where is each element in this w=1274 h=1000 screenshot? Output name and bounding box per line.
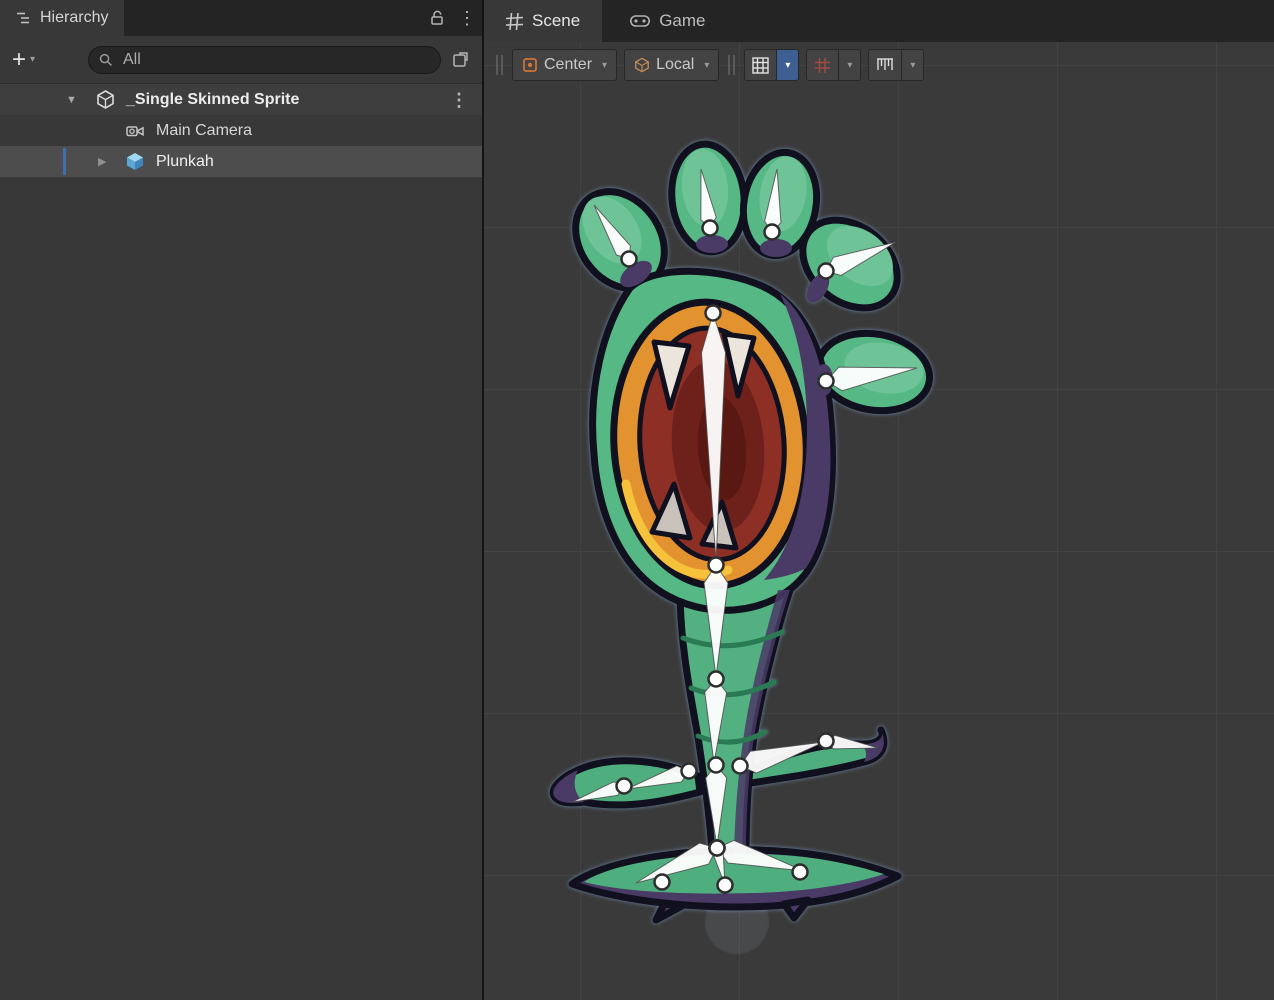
bone-joint[interactable] [709,758,724,773]
scene-toolbar: Center ▾ Local ▾ [494,48,924,82]
ruler-icon [876,57,894,73]
selection-accent-bar [63,148,66,175]
plus-icon: + [12,48,26,72]
bone[interactable] [705,679,727,763]
snap-increment-group: ▾ [868,49,924,81]
pivot-center-icon [522,57,538,73]
chevron-down-icon: ▾ [30,54,35,65]
bone[interactable] [826,367,917,391]
camera-icon [126,123,145,139]
bone-joint[interactable] [617,779,632,794]
bone-joint[interactable] [710,841,725,856]
bone[interactable] [701,313,725,561]
scene-tab-strip: Scene Game [484,0,1274,42]
chevron-down-icon: ▾ [847,60,852,71]
unity-editor: Hierarchy ⋮ + ▾ [0,0,1274,1000]
bone-joint[interactable] [819,264,834,279]
chevron-down-icon: ▾ [602,60,607,71]
bone-joint[interactable] [718,878,733,893]
bone-joint[interactable] [703,221,718,236]
search-icon [99,53,113,67]
scene-root-row[interactable]: ▼ _Single Skinned Sprite ⋮ [0,84,482,115]
bone-joint[interactable] [793,865,808,880]
scene-tab-label: Scene [532,11,580,31]
bone[interactable] [704,565,728,677]
tab-hierarchy[interactable]: Hierarchy [0,0,124,36]
bone-joint[interactable] [819,374,834,389]
lock-icon[interactable] [422,0,452,36]
hierarchy-panel: Hierarchy ⋮ + ▾ [0,0,482,1000]
tab-game[interactable]: Game [608,0,727,42]
tab-strip-spacer [124,0,422,36]
handle-position-label: Center [544,56,592,74]
hierarchy-menu-kebab-icon[interactable]: ⋮ [452,0,482,36]
hierarchy-tree: ▼ _Single Skinned Sprite ⋮ [0,84,482,1000]
bone-joint[interactable] [622,252,637,267]
gamepad-icon [630,14,650,28]
chevron-down-icon: ▾ [704,60,709,71]
bone[interactable] [636,843,717,883]
bone-joint[interactable] [706,306,721,321]
skeleton-bones-overlay[interactable] [484,42,1274,1000]
bone[interactable] [765,169,781,232]
main-camera-row[interactable]: Main Camera [0,115,482,146]
foldout-collapsed-icon[interactable]: ▶ [98,155,106,168]
snap-increment-button[interactable] [868,49,902,81]
bone-joint[interactable] [682,764,697,779]
bone[interactable] [740,742,824,773]
toolbar-drag-handle[interactable] [726,55,737,75]
tool-handle-position-button[interactable]: Center ▾ [512,49,617,81]
hierarchy-tab-strip: Hierarchy ⋮ [0,0,482,36]
bone[interactable] [706,765,727,846]
bone[interactable] [594,205,630,259]
bone-joint[interactable] [709,672,724,687]
bone-joint[interactable] [655,875,670,890]
chevron-down-icon: ▾ [910,60,915,71]
grid-snapping-button[interactable] [806,49,839,81]
bone[interactable] [627,766,689,789]
bone[interactable] [717,840,804,871]
unity-scene-icon [96,90,115,109]
main-camera-label: Main Camera [156,122,252,140]
snap-grid-icon [814,57,831,74]
tool-handle-rotation-button[interactable]: Local ▾ [624,49,719,81]
search-input[interactable] [121,50,430,70]
game-tab-label: Game [659,11,705,31]
hierarchy-search-field[interactable] [88,46,441,74]
foldout-expanded-icon[interactable]: ▼ [66,94,77,106]
plunkah-label: Plunkah [156,153,214,171]
bone-joint[interactable] [765,225,780,240]
scene-row-kebab-icon[interactable]: ⋮ [450,91,468,109]
tab-scene[interactable]: Scene [484,0,602,42]
bone[interactable] [701,169,716,228]
hierarchy-toolbar: + ▾ [0,36,482,84]
grid-visibility-group: ▾ [744,49,799,81]
grid-settings-dropdown[interactable]: ▾ [777,49,799,81]
create-object-button[interactable]: + ▾ [12,48,35,72]
plunkah-row[interactable]: ▶ Plunkah [0,146,482,177]
chevron-down-icon: ▾ [785,60,790,71]
snap-increment-dropdown[interactable]: ▾ [902,49,924,81]
local-cube-icon [634,57,650,73]
bone[interactable] [826,242,896,275]
window-picker-icon[interactable] [452,50,470,73]
snap-group: ▾ [806,49,861,81]
scene-panel: Scene Game [484,0,1274,1000]
handle-rotation-label: Local [656,56,694,74]
hierarchy-tab-label: Hierarchy [40,9,108,27]
snap-settings-dropdown[interactable]: ▾ [839,49,861,81]
bone-joint[interactable] [709,558,724,573]
scene-grid-icon [506,13,523,30]
scene-name-label: _Single Skinned Sprite [126,91,299,109]
bone-joint[interactable] [733,759,748,774]
scene-viewport[interactable]: Center ▾ Local ▾ [484,42,1274,1000]
prefab-cube-icon [126,152,144,171]
hierarchy-icon [16,11,32,25]
grid-visibility-button[interactable] [744,49,777,81]
grid-icon [752,57,769,74]
bone-joint[interactable] [819,734,834,749]
toolbar-drag-handle[interactable] [494,55,505,75]
